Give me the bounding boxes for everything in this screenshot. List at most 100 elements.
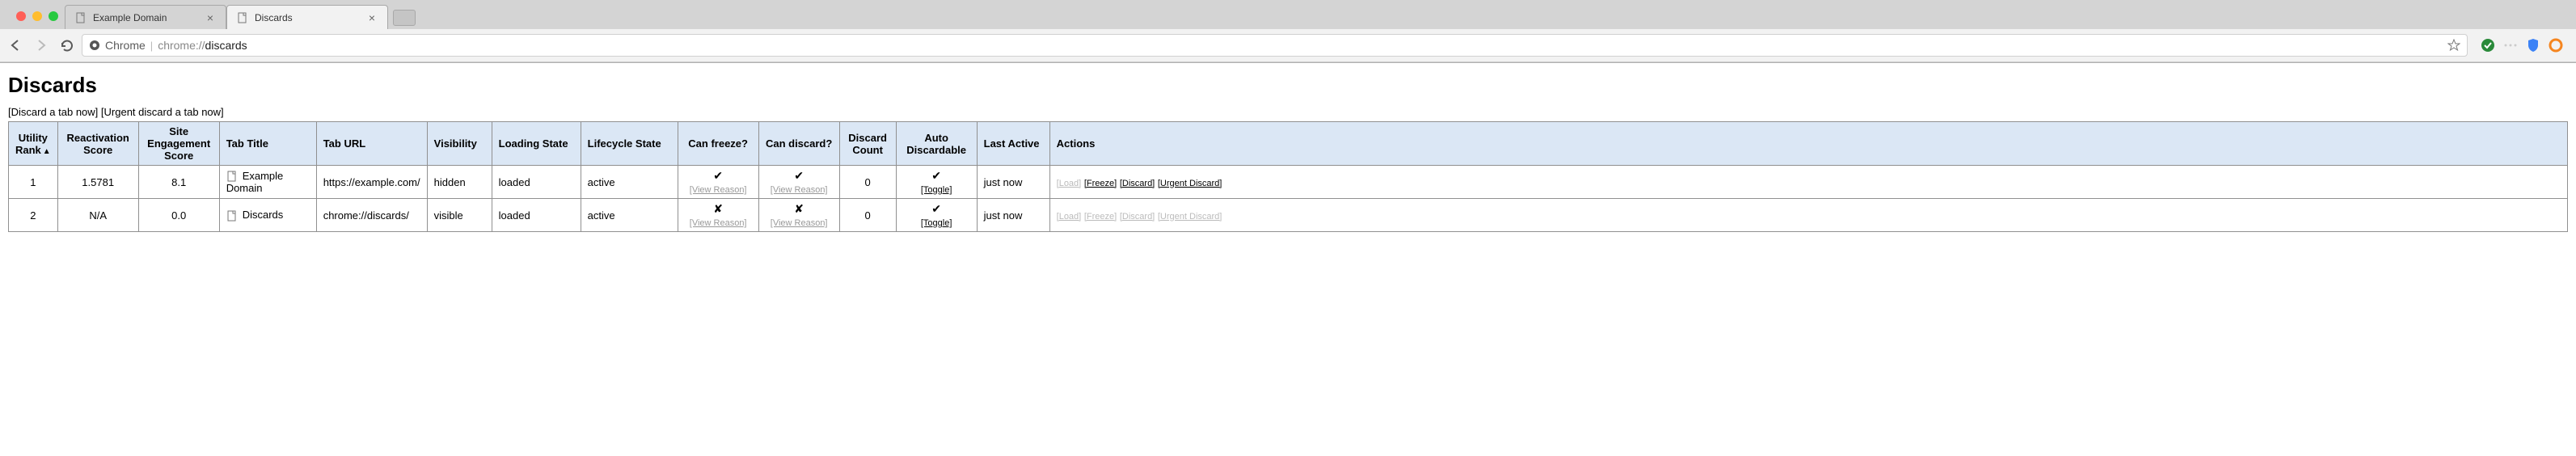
cell-utility-rank: 2 (9, 199, 58, 232)
forward-button[interactable] (34, 38, 49, 53)
page-favicon-icon (226, 171, 238, 182)
address-bar[interactable]: Chrome | chrome://discards (82, 34, 2468, 57)
cell-tab-title: Example Domain (219, 166, 316, 199)
col-auto-discardable[interactable]: Auto Discardable (896, 122, 977, 166)
discard-tab-now-link[interactable]: [Discard a tab now] (8, 106, 98, 118)
nav-buttons (8, 38, 74, 53)
tab-close-icon[interactable]: × (366, 12, 378, 23)
cell-can-freeze: ✔ [View Reason] (678, 166, 758, 199)
col-actions[interactable]: Actions (1049, 122, 2567, 166)
table-row: 2N/A0.0Discardschrome://discards/visible… (9, 199, 2568, 232)
col-utility-rank[interactable]: Utility Rank (9, 122, 58, 166)
table-header-row: Utility Rank Reactivation Score Site Eng… (9, 122, 2568, 166)
cell-discard-count: 0 (839, 199, 896, 232)
cell-visibility: visible (427, 199, 492, 232)
tab-close-icon[interactable]: × (205, 12, 216, 23)
reload-button[interactable] (60, 39, 74, 53)
action-freeze-link: [Freeze] (1084, 212, 1117, 222)
action-urgent-discard-link[interactable]: [Urgent Discard] (1158, 179, 1222, 188)
window-controls (8, 6, 66, 26)
col-site-engagement-score[interactable]: Site Engagement Score (138, 122, 219, 166)
cell-reactivation-score: N/A (57, 199, 138, 232)
check-icon: ✔ (713, 169, 723, 182)
window-minimize-button[interactable] (32, 11, 42, 21)
extension-icon-shield[interactable] (2526, 38, 2540, 53)
window-close-button[interactable] (16, 11, 26, 21)
action-freeze-link[interactable]: [Freeze] (1084, 179, 1117, 188)
urgent-discard-tab-now-link[interactable]: [Urgent discard a tab now] (101, 106, 224, 118)
toggle-link[interactable]: [Toggle] (921, 218, 952, 228)
view-reason-link[interactable]: [View Reason] (690, 185, 747, 195)
table-row: 11.57818.1Example Domainhttps://example.… (9, 166, 2568, 199)
address-host: chrome:// (158, 39, 205, 52)
view-reason-link[interactable]: [View Reason] (771, 185, 828, 195)
extension-icon-orange-circle[interactable] (2549, 38, 2563, 53)
extension-icon-green-check[interactable] (2481, 38, 2495, 53)
action-load-link: [Load] (1057, 212, 1082, 222)
cell-lifecycle-state: active (581, 166, 678, 199)
tab-title: Example Domain (93, 12, 198, 23)
cell-site-engagement-score: 8.1 (138, 166, 219, 199)
bookmark-star-icon[interactable] (2447, 39, 2460, 52)
col-tab-url[interactable]: Tab URL (316, 122, 427, 166)
chrome-scheme-icon (89, 40, 100, 51)
cell-visibility: hidden (427, 166, 492, 199)
cell-can-discard: ✔ [View Reason] (758, 166, 839, 199)
check-icon: ✘ (713, 202, 723, 215)
action-discard-link[interactable]: [Discard] (1120, 179, 1155, 188)
check-icon: ✔ (931, 169, 941, 182)
cell-tab-title: Discards (219, 199, 316, 232)
top-actions: [Discard a tab now] [Urgent discard a ta… (8, 106, 2568, 118)
col-visibility[interactable]: Visibility (427, 122, 492, 166)
action-load-link: [Load] (1057, 179, 1082, 188)
view-reason-link[interactable]: [View Reason] (690, 218, 747, 228)
col-can-discard[interactable]: Can discard? (758, 122, 839, 166)
cell-lifecycle-state: active (581, 199, 678, 232)
new-tab-button[interactable] (393, 10, 416, 26)
check-icon: ✘ (794, 202, 804, 215)
address-separator: | (150, 40, 153, 52)
col-loading-state[interactable]: Loading State (492, 122, 581, 166)
cell-actions: [Load] [Freeze] [Discard] [Urgent Discar… (1049, 166, 2567, 199)
cell-tab-url: chrome://discards/ (316, 199, 427, 232)
cell-tab-url: https://example.com/ (316, 166, 427, 199)
back-button[interactable] (8, 38, 23, 53)
address-path: discards (205, 39, 247, 52)
page-favicon-icon (75, 12, 87, 23)
check-icon: ✔ (794, 169, 804, 182)
col-reactivation-score[interactable]: Reactivation Score (57, 122, 138, 166)
cell-can-discard: ✘ [View Reason] (758, 199, 839, 232)
col-last-active[interactable]: Last Active (977, 122, 1049, 166)
cell-can-freeze: ✘ [View Reason] (678, 199, 758, 232)
address-scheme-label: Chrome (105, 39, 146, 52)
view-reason-link[interactable]: [View Reason] (771, 218, 828, 228)
tab-title: Discards (255, 12, 360, 23)
cell-last-active: just now (977, 166, 1049, 199)
browser-tab-example[interactable]: Example Domain × (65, 5, 226, 29)
col-discard-count[interactable]: Discard Count (839, 122, 896, 166)
cell-actions: [Load] [Freeze] [Discard] [Urgent Discar… (1049, 199, 2567, 232)
col-tab-title[interactable]: Tab Title (219, 122, 316, 166)
check-icon: ✔ (931, 202, 941, 215)
cell-loading-state: loaded (492, 199, 581, 232)
cell-site-engagement-score: 0.0 (138, 199, 219, 232)
toolbar: Chrome | chrome://discards (0, 29, 2576, 62)
action-urgent-discard-link: [Urgent Discard] (1158, 212, 1222, 222)
col-lifecycle-state[interactable]: Lifecycle State (581, 122, 678, 166)
cell-loading-state: loaded (492, 166, 581, 199)
col-can-freeze[interactable]: Can freeze? (678, 122, 758, 166)
browser-tab-discards[interactable]: Discards × (226, 5, 388, 29)
window-maximize-button[interactable] (49, 11, 58, 21)
toggle-link[interactable]: [Toggle] (921, 185, 952, 195)
cell-auto-discardable: ✔ [Toggle] (896, 166, 977, 199)
extension-icon-dots[interactable] (2503, 38, 2518, 53)
cell-auto-discardable: ✔ [Toggle] (896, 199, 977, 232)
cell-last-active: just now (977, 199, 1049, 232)
tabs-bar: Example Domain × Discards × (0, 0, 2576, 29)
discards-table: Utility Rank Reactivation Score Site Eng… (8, 121, 2568, 232)
browser-chrome: Example Domain × Discards × (0, 0, 2576, 63)
cell-discard-count: 0 (839, 166, 896, 199)
page-title: Discards (8, 73, 2568, 98)
action-discard-link: [Discard] (1120, 212, 1155, 222)
page-favicon-icon (237, 12, 248, 23)
